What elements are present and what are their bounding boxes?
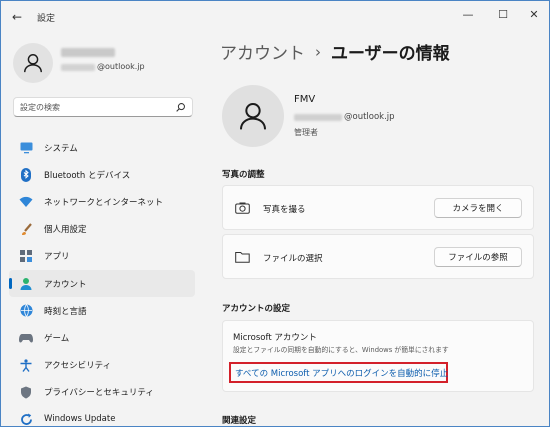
sidebar-item-label: Bluetooth とデバイス xyxy=(44,170,131,181)
maximize-icon: ☐ xyxy=(498,7,508,21)
breadcrumb-parent[interactable]: アカウント xyxy=(220,39,305,64)
account-settings-title: アカウントの設定 xyxy=(222,304,291,314)
sidebar-item-network[interactable]: ネットワークとインターネット xyxy=(9,188,195,215)
accounts-icon xyxy=(19,277,33,291)
sidebar-item-accounts[interactable]: アカウント xyxy=(9,269,195,298)
choose-file-label: ファイルの選択 xyxy=(263,254,323,264)
sidebar-item-label: 時刻と言語 xyxy=(44,306,87,317)
user-avatar[interactable] xyxy=(13,43,53,83)
breadcrumb: アカウント › ユーザーの情報 xyxy=(220,39,450,65)
accessibility-icon xyxy=(19,358,33,372)
sidebar-item-label: ネットワークとインターネット xyxy=(44,197,164,208)
minimize-icon: — xyxy=(462,7,474,21)
user-email: @outlook.jp xyxy=(97,62,145,71)
sidebar-item-bluetooth[interactable]: Bluetooth とデバイス xyxy=(9,161,195,188)
settings-search-input[interactable] xyxy=(20,101,170,114)
sidebar-item-label: プライバシーとセキュリティ xyxy=(44,388,154,399)
breadcrumb-separator: › xyxy=(315,42,321,61)
sidebar-item-windows-update[interactable]: Windows Update xyxy=(9,406,195,426)
apps-icon xyxy=(19,249,33,263)
search-icon[interactable] xyxy=(175,102,186,113)
sidebar-item-label: ゲーム xyxy=(44,333,70,344)
back-button[interactable]: ← xyxy=(7,8,27,26)
photo-section-title: 写真の調整 xyxy=(222,170,265,180)
close-icon: ✕ xyxy=(529,7,539,21)
page-title: ユーザーの情報 xyxy=(331,44,450,64)
user-name-redacted xyxy=(61,48,115,57)
sidebar-item-system[interactable]: システム xyxy=(9,134,195,161)
highlight-box: すべての Microsoft アプリへのログインを自動的に停止 xyxy=(229,362,448,383)
back-arrow-icon: ← xyxy=(11,10,23,24)
maximize-button[interactable]: ☐ xyxy=(488,4,518,24)
sidebar-item-label: 個人用設定 xyxy=(44,225,87,236)
sidebar-item-gaming[interactable]: ゲーム xyxy=(9,324,195,351)
sidebar-item-privacy[interactable]: プライバシーとセキュリティ xyxy=(9,379,195,406)
profile-email: @outlook.jp xyxy=(344,112,395,122)
time-language-icon xyxy=(19,304,33,318)
camera-icon xyxy=(234,201,250,215)
user-email-redacted xyxy=(61,64,95,71)
close-button[interactable]: ✕ xyxy=(519,4,549,24)
microsoft-account-card: Microsoft アカウント 設定とファイルの同期を自動的にすると、Windo… xyxy=(222,320,534,392)
sidebar-item-personalization[interactable]: 個人用設定 xyxy=(9,216,195,243)
stop-auto-signin-link[interactable]: すべての Microsoft アプリへのログインを自動的に停止 xyxy=(235,367,448,379)
sidebar-item-label: Windows Update xyxy=(44,414,116,425)
sidebar-item-apps[interactable]: アプリ xyxy=(9,243,195,270)
system-icon xyxy=(19,141,33,155)
minimize-button[interactable]: — xyxy=(453,4,483,24)
settings-search-box[interactable] xyxy=(13,97,193,117)
folder-icon xyxy=(234,250,250,264)
sidebar-item-label: アプリ xyxy=(44,252,70,263)
microsoft-account-title: Microsoft アカウント xyxy=(233,333,317,343)
sidebar-item-label: システム xyxy=(44,143,78,154)
sidebar-item-time-language[interactable]: 時刻と言語 xyxy=(9,297,195,324)
windows-update-icon xyxy=(19,412,33,426)
network-icon xyxy=(19,195,33,209)
sidebar-item-label: アカウント xyxy=(44,279,87,290)
profile-email-redacted xyxy=(294,114,342,121)
sidebar-item-accessibility[interactable]: アクセシビリティ xyxy=(9,352,195,379)
gaming-icon xyxy=(19,331,33,345)
profile-avatar xyxy=(222,85,284,147)
personalization-icon xyxy=(19,222,33,236)
sidebar-item-label: アクセシビリティ xyxy=(44,361,112,372)
person-icon xyxy=(24,54,42,73)
take-photo-row: 写真を撮る カメラを開く xyxy=(222,185,534,230)
sidebar-nav: システム Bluetooth とデバイス ネットワークとインターネット 個人用設… xyxy=(9,134,195,426)
privacy-icon xyxy=(19,385,33,399)
profile-role: 管理者 xyxy=(294,128,318,137)
take-photo-label: 写真を撮る xyxy=(263,205,306,215)
open-camera-button[interactable]: カメラを開く xyxy=(434,198,522,218)
profile-name: FMV xyxy=(294,94,316,105)
app-title: 設定 xyxy=(37,14,56,24)
person-icon xyxy=(240,103,266,130)
title-bar: ← 設定 — ☐ ✕ xyxy=(1,1,549,33)
microsoft-account-description: 設定とファイルの同期を自動的にすると、Windows が簡単にされます xyxy=(233,346,449,354)
settings-window: ← 設定 — ☐ ✕ @outlook.jp システム xyxy=(0,0,550,427)
browse-files-button[interactable]: ファイルの参照 xyxy=(434,247,522,267)
bluetooth-icon xyxy=(19,167,33,182)
related-settings-title: 関連設定 xyxy=(222,416,257,426)
choose-file-row: ファイルの選択 ファイルの参照 xyxy=(222,234,534,279)
